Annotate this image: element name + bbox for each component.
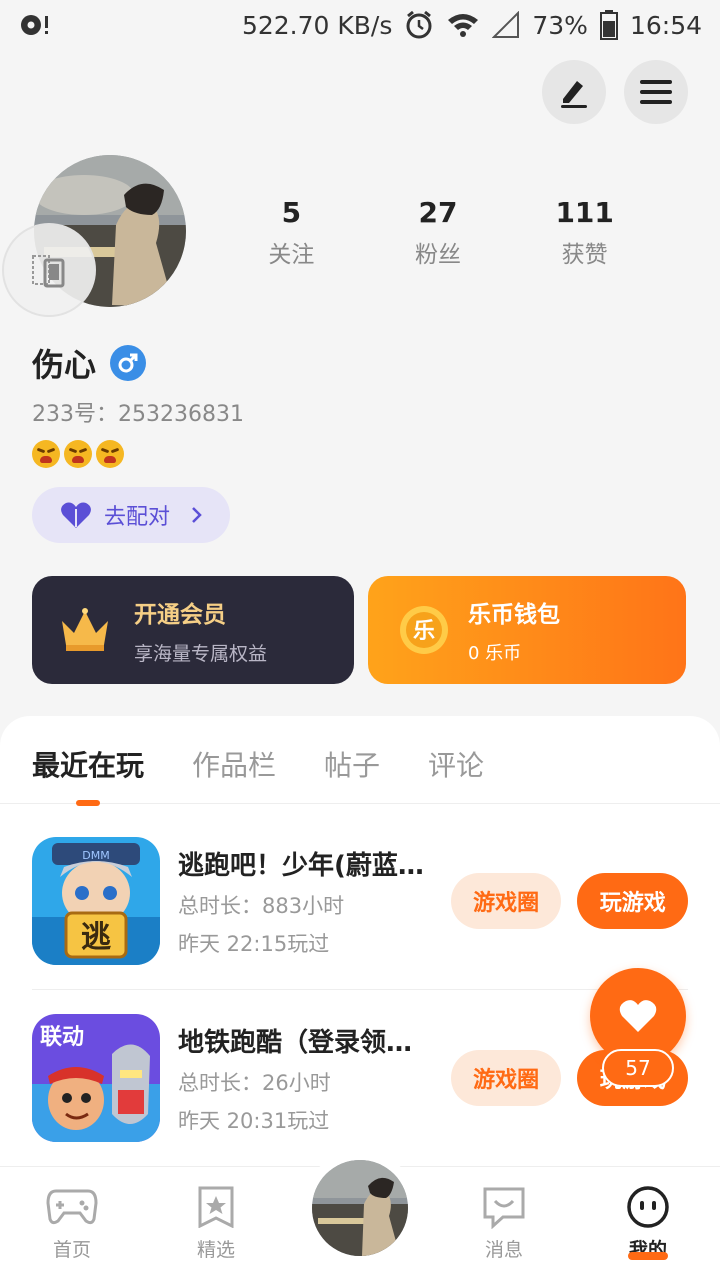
game-last-played: 昨天 20:31玩过 (178, 1108, 330, 1133)
play-game-button[interactable]: 玩游戏 (577, 873, 688, 929)
crying-emoji-icon (96, 440, 124, 468)
nav-messages-label: 消息 (484, 1239, 523, 1261)
nav-center-avatar[interactable] (312, 1160, 408, 1256)
game-last-played: 昨天 22:15玩过 (178, 931, 330, 956)
name-row: 伤心 (32, 340, 147, 386)
app-notification-icon (18, 11, 52, 39)
nav-home[interactable]: 首页 (22, 1185, 122, 1262)
wallet-balance: 0 乐币 (468, 643, 522, 664)
smile-icon (627, 1186, 669, 1228)
fans-count: 27 (418, 196, 458, 229)
star-icon (198, 1186, 234, 1228)
nav-active-indicator (628, 1252, 668, 1260)
tab-posts[interactable]: 帖子 (324, 744, 380, 804)
nav-messages[interactable]: 消息 (454, 1185, 554, 1262)
vip-card[interactable]: 开通会员 享海量专属权益 (32, 576, 354, 684)
wallet-title: 乐币钱包 (468, 602, 560, 628)
game-icon-cap-text: DMM (82, 849, 109, 862)
menu-button[interactable] (624, 60, 688, 124)
match-label: 去配对 (104, 505, 171, 530)
stat-likes[interactable]: 111 获赞 (511, 195, 658, 269)
game-icon-text: 联动 (40, 1025, 84, 1050)
coin-icon: 乐 (400, 606, 448, 654)
game-info: 逃跑吧！少年(蔚蓝… 总时长：883小时 昨天 22:15玩过 (178, 845, 435, 958)
game-row[interactable]: 联动 地铁跑酷（登录领… 总时长：26小时 昨天 20:31玩过 游戏圈 玩游戏 (32, 1013, 688, 1143)
game-title: 逃跑吧！少年(蔚蓝… (178, 850, 424, 881)
menu-icon (640, 80, 672, 104)
game-icon-text: 逃 (81, 920, 111, 955)
battery-icon (599, 10, 618, 40)
edit-profile-button[interactable] (542, 60, 606, 124)
match-button[interactable]: 去配对 (32, 487, 230, 543)
mood-emojis (32, 440, 124, 468)
game-duration: 总时长：883小时 (178, 893, 345, 918)
tab-recent[interactable]: 最近在玩 (32, 744, 144, 804)
crown-icon (62, 608, 108, 651)
network-speed: 522.70 KB/s (241, 10, 393, 40)
device-icon (32, 255, 65, 288)
vip-subtitle: 享海量专属权益 (134, 642, 268, 665)
divider (32, 989, 688, 990)
battery-percent: 73% (532, 10, 588, 40)
chevron-right-icon (192, 507, 202, 523)
wifi-icon (446, 11, 480, 39)
tab-works[interactable]: 作品栏 (192, 744, 276, 804)
following-label: 关注 (268, 242, 315, 268)
crying-emoji-icon (32, 440, 60, 468)
wallet-card[interactable]: 乐 乐币钱包 0 乐币 (368, 576, 686, 684)
user-id: 233号：253236831 (32, 402, 244, 427)
profile-stats: 5 关注 27 粉丝 111 获赞 (218, 195, 658, 269)
nav-mine[interactable]: 我的 (598, 1185, 698, 1262)
nav-featured[interactable]: 精选 (166, 1185, 266, 1262)
edit-icon (561, 81, 587, 108)
likes-label: 获赞 (561, 242, 608, 268)
game-row[interactable]: DMM 逃 逃跑吧！少年(蔚蓝… 总时长：883小时 昨天 22:15玩过 游戏… (32, 836, 688, 966)
heart-icon (619, 1000, 657, 1032)
tab-bar: 最近在玩 作品栏 帖子 评论 (0, 716, 720, 804)
nav-featured-label: 精选 (196, 1239, 235, 1261)
user-name: 伤心 (32, 346, 97, 384)
status-bar: 522.70 KB/s 73% 16:54 (0, 0, 720, 50)
vip-title: 开通会员 (134, 601, 226, 628)
game-circle-button[interactable]: 游戏圈 (450, 1050, 562, 1106)
like-count-badge: 57 (602, 1049, 674, 1087)
device-switch-button[interactable] (2, 223, 96, 317)
top-actions (542, 60, 688, 124)
stat-following[interactable]: 5 关注 (218, 195, 365, 269)
following-count: 5 (281, 196, 302, 229)
coin-glyph: 乐 (413, 619, 435, 644)
alarm-icon (404, 10, 434, 40)
game-circle-button[interactable]: 游戏圈 (450, 873, 562, 929)
game-icon: DMM 逃 (32, 837, 160, 965)
crying-emoji-icon (64, 440, 92, 468)
stat-fans[interactable]: 27 粉丝 (365, 195, 512, 269)
game-info: 地铁跑酷（登录领… 总时长：26小时 昨天 20:31玩过 (178, 1022, 435, 1135)
gamepad-icon (46, 1189, 98, 1225)
heart-icon (61, 502, 91, 528)
gender-male-icon (110, 345, 147, 381)
chat-icon (483, 1187, 525, 1229)
tab-comments[interactable]: 评论 (428, 744, 484, 804)
signal-icon (492, 11, 520, 39)
clock: 16:54 (629, 10, 702, 40)
likes-count: 111 (555, 196, 614, 229)
nav-home-label: 首页 (52, 1239, 91, 1261)
game-duration: 总时长：26小时 (178, 1070, 331, 1095)
fans-label: 粉丝 (415, 242, 461, 268)
game-icon: 联动 (32, 1014, 160, 1142)
game-title: 地铁跑酷（登录领… (178, 1027, 413, 1058)
